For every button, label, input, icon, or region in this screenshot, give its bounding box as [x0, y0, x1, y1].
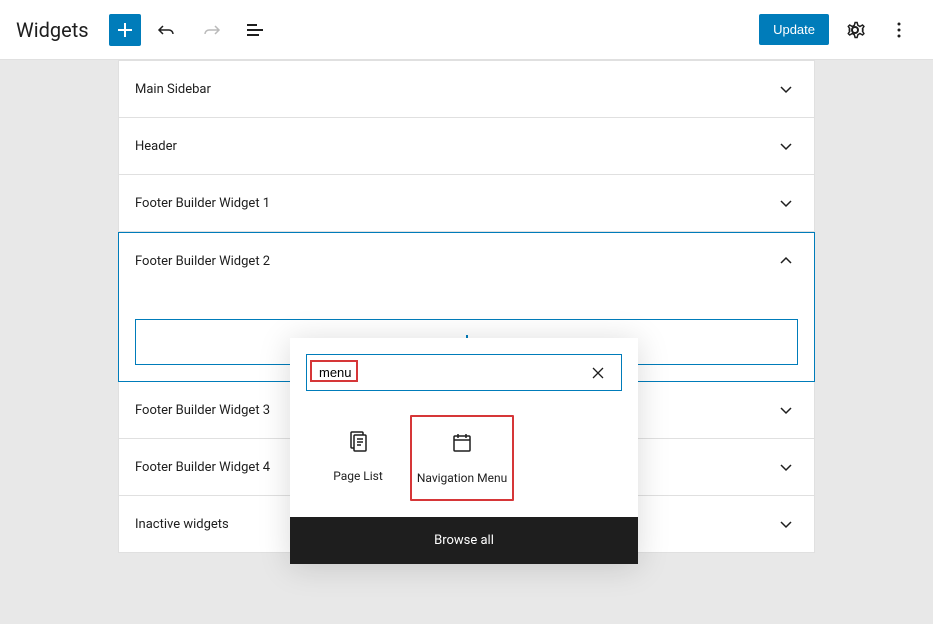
- close-icon: [588, 363, 608, 383]
- kebab-icon: [887, 18, 911, 42]
- widget-area-title: Main Sidebar: [135, 82, 211, 97]
- settings-button[interactable]: [837, 12, 873, 48]
- chevron-down-icon: [774, 77, 798, 101]
- widget-area-header[interactable]: Header: [119, 118, 814, 174]
- widget-area-title: Footer Builder Widget 2: [135, 254, 270, 269]
- undo-icon: [155, 18, 179, 42]
- add-block-button[interactable]: [109, 14, 141, 46]
- widget-area-title: Footer Builder Widget 1: [135, 196, 270, 211]
- chevron-down-icon: [774, 455, 798, 479]
- chevron-down-icon: [774, 512, 798, 536]
- chevron-down-icon: [774, 398, 798, 422]
- widget-area-header[interactable]: Footer Builder Widget 1: [119, 175, 814, 231]
- list-view-button[interactable]: [237, 12, 273, 48]
- plus-icon: [113, 18, 137, 42]
- chevron-down-icon: [774, 134, 798, 158]
- page-list-icon: [346, 429, 370, 453]
- block-item-label: Navigation Menu: [417, 471, 507, 487]
- undo-button[interactable]: [149, 12, 185, 48]
- widget-area-title: Footer Builder Widget 3: [135, 403, 270, 418]
- block-item-label: Page List: [333, 469, 383, 485]
- more-options-button[interactable]: [881, 12, 917, 48]
- gear-icon: [843, 18, 867, 42]
- widget-area-title: Inactive widgets: [135, 517, 229, 532]
- chevron-down-icon: [774, 191, 798, 215]
- navigation-menu-icon: [450, 431, 474, 455]
- chevron-up-icon: [774, 249, 798, 273]
- widget-area-title: Footer Builder Widget 4: [135, 460, 270, 475]
- browse-all-button[interactable]: Browse all: [290, 517, 638, 564]
- block-item[interactable]: Navigation Menu: [410, 415, 514, 501]
- block-picker-results: Page List Navigation Menu: [290, 407, 638, 517]
- widget-area-panel: Footer Builder Widget 1: [118, 175, 815, 232]
- widget-area-header[interactable]: Main Sidebar: [119, 61, 814, 117]
- redo-button[interactable]: [193, 12, 229, 48]
- update-button[interactable]: Update: [759, 14, 829, 45]
- list-view-icon: [243, 18, 267, 42]
- redo-icon: [199, 18, 223, 42]
- clear-search-button[interactable]: [584, 359, 612, 387]
- widget-area-panel: Main Sidebar: [118, 60, 815, 118]
- block-item[interactable]: Page List: [306, 415, 410, 501]
- widget-area-panel: Header: [118, 118, 815, 175]
- widget-area-title: Header: [135, 139, 177, 154]
- page-title: Widgets: [16, 18, 89, 42]
- widget-area-header[interactable]: Footer Builder Widget 2: [119, 233, 814, 289]
- block-picker-popover: Page List Navigation Menu Browse all: [290, 338, 638, 564]
- block-search-input[interactable]: [306, 354, 622, 391]
